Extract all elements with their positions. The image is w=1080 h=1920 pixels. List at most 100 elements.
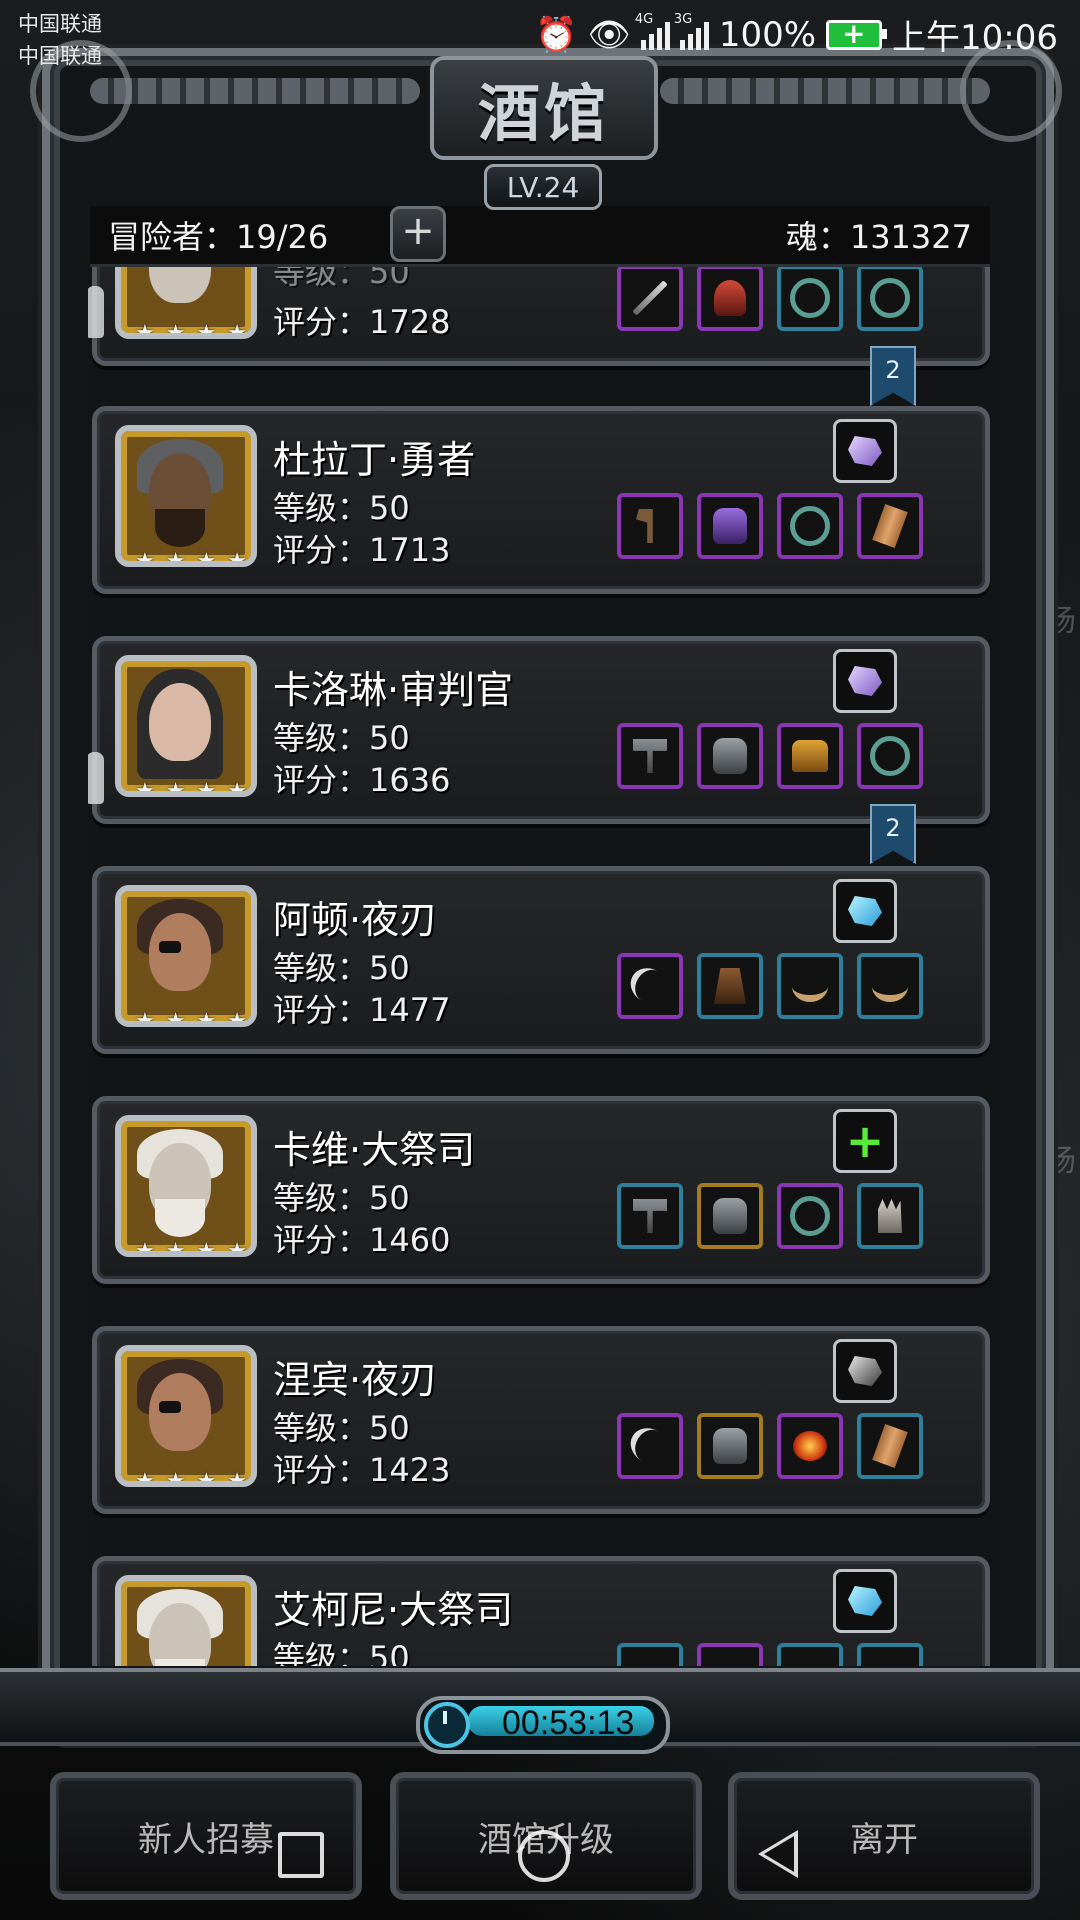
hero-name: 卡维·大祭司 <box>273 1128 476 1172</box>
eyepatch <box>159 1401 181 1413</box>
equip-slot[interactable] <box>697 265 763 331</box>
crystal-icon <box>848 896 882 926</box>
adventurer-header: 冒险者：19/26 + 魂：131327 <box>90 206 990 267</box>
dagger-icon <box>624 961 676 1011</box>
plus-icon: + <box>845 1114 885 1168</box>
hero-card[interactable]: ★ ★ ★ ★ 卡洛琳·审判官 等级：50 评分：1636 <box>92 636 990 824</box>
portrait-beard <box>155 1659 205 1666</box>
add-gem-button[interactable]: + <box>833 1109 897 1173</box>
star-rating: ★ ★ ★ ★ <box>135 321 247 339</box>
hero-card[interactable]: ★ ★ ★ ★ 阿顿·夜刃 等级：50 评分：1477 <box>92 866 990 1054</box>
hero-score: 评分：1636 <box>273 761 451 799</box>
equipment-row <box>617 723 923 789</box>
hero-card[interactable]: ★ ★ ★ ★ 卡维·大祭司 等级：50 评分：1460 + <box>92 1096 990 1284</box>
crystal-icon <box>848 436 882 466</box>
dagger-icon <box>624 1421 676 1471</box>
chain-ornament <box>90 78 420 104</box>
hero-portrait: ★★★★ <box>115 1345 257 1487</box>
star-rating: ★ ★ ★ ★ <box>135 1469 247 1487</box>
equip-slot[interactable] <box>617 265 683 331</box>
hero-card[interactable]: ★★★★ 艾柯尼·大祭司 等级：50 <box>92 1556 990 1666</box>
adventurer-list[interactable]: ★ ★ ★ ★ 等级：50 评分：1728 2 ★ ★ ★ ★ 杜拉丁·勇者 等级：50 评… <box>88 264 994 1666</box>
portrait-face <box>149 913 211 991</box>
hero-score: 评分：1460 <box>273 1221 451 1259</box>
hero-card[interactable]: ★ ★ ★ ★ 涅宾·夜刃 等级：50 评分：1423 <box>92 1326 990 1514</box>
gem-slot[interactable] <box>833 1569 897 1633</box>
gem-slot[interactable] <box>833 649 897 713</box>
armor-icon <box>713 508 747 544</box>
hero-score: 评分：1728 <box>273 303 451 341</box>
adventure-status-icon <box>88 286 104 338</box>
equip-slot[interactable] <box>697 953 763 1019</box>
rank-flag: 2 <box>870 804 916 864</box>
hero-portrait: ★★★★ <box>115 264 257 339</box>
equipment-row <box>617 1643 923 1666</box>
equip-slot[interactable] <box>777 1643 843 1666</box>
home-icon[interactable] <box>518 1830 570 1882</box>
eye-icon: 👁 <box>587 14 631 55</box>
hero-score: 评分：1713 <box>273 531 451 569</box>
spear-icon <box>632 280 668 316</box>
equipment-row <box>617 1183 923 1249</box>
ring-icon <box>790 278 830 318</box>
horn-icon <box>872 971 908 1002</box>
equip-slot[interactable] <box>777 723 843 789</box>
adventure-status-icon <box>88 752 104 804</box>
hero-level: 等级：50 <box>273 489 410 527</box>
hammer-icon <box>633 739 667 773</box>
equip-slot[interactable] <box>697 1643 763 1666</box>
gem-slot[interactable] <box>833 419 897 483</box>
hero-level: 等级：50 <box>273 949 410 987</box>
equip-slot[interactable] <box>857 1413 923 1479</box>
battery-icon: + <box>826 17 888 50</box>
equip-slot[interactable] <box>777 1183 843 1249</box>
equip-slot[interactable] <box>617 1183 683 1249</box>
hero-level: 等级：50 <box>273 1639 410 1666</box>
equip-slot[interactable] <box>777 493 843 559</box>
equipment-row <box>617 1413 923 1479</box>
equip-slot[interactable] <box>857 265 923 331</box>
equip-slot[interactable] <box>617 953 683 1019</box>
equip-slot[interactable] <box>697 1413 763 1479</box>
equip-slot[interactable] <box>617 1413 683 1479</box>
gem-slot[interactable] <box>833 879 897 943</box>
equip-slot[interactable] <box>697 723 763 789</box>
equip-slot[interactable] <box>857 1183 923 1249</box>
add-adventurer-button[interactable]: + <box>390 206 446 262</box>
crystal-icon <box>848 1586 882 1616</box>
equip-slot[interactable] <box>617 493 683 559</box>
equip-slot[interactable] <box>697 1183 763 1249</box>
gem-slot[interactable] <box>833 1339 897 1403</box>
scroll-icon <box>872 504 908 548</box>
equip-slot[interactable] <box>777 953 843 1019</box>
armor-icon <box>713 1198 747 1234</box>
carrier-label: 中国联通 <box>18 12 102 36</box>
ring-icon <box>790 506 830 546</box>
equip-slot[interactable] <box>777 1413 843 1479</box>
hero-card[interactable]: ★ ★ ★ ★ 杜拉丁·勇者 等级：50 评分：1713 <box>92 406 990 594</box>
soul-currency: 魂：131327 <box>785 218 972 256</box>
equip-slot[interactable] <box>857 953 923 1019</box>
equip-slot[interactable] <box>697 493 763 559</box>
tavern-level-badge: LV.24 <box>484 164 602 210</box>
equip-slot[interactable] <box>857 723 923 789</box>
back-icon[interactable] <box>758 1830 798 1878</box>
equip-slot[interactable] <box>617 1643 683 1666</box>
equip-slot[interactable] <box>857 493 923 559</box>
equipment-row <box>617 265 923 331</box>
hero-name: 涅宾·夜刃 <box>273 1358 438 1402</box>
hero-portrait: ★★★★ <box>115 1575 257 1666</box>
portrait-beard <box>155 1199 205 1237</box>
equip-slot[interactable] <box>857 1643 923 1666</box>
portrait-beard <box>155 509 205 547</box>
hero-score: 评分：1423 <box>273 1451 451 1489</box>
clock: 上午10:06 <box>892 18 1058 58</box>
hero-card[interactable]: ★ ★ ★ ★ 等级：50 评分：1728 <box>92 264 990 366</box>
ring-icon <box>790 1196 830 1236</box>
crystal-icon <box>848 1356 882 1386</box>
timer-text: 00:53:13 <box>502 1704 635 1742</box>
equip-slot[interactable] <box>617 723 683 789</box>
armor-icon <box>713 738 747 774</box>
recent-apps-icon[interactable] <box>278 1832 324 1878</box>
equip-slot[interactable] <box>777 265 843 331</box>
